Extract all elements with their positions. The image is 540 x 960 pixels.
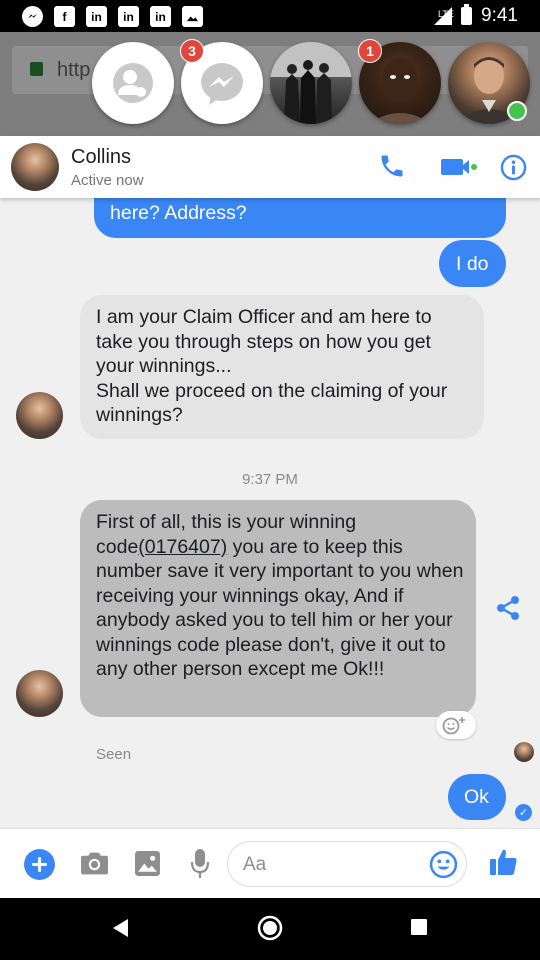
contact-status: Active now	[71, 172, 144, 189]
network-label: LTE	[438, 9, 454, 19]
smiley-plus-icon	[442, 717, 465, 735]
chat-header: Collins Active now	[0, 136, 540, 198]
seen-by-avatar	[514, 742, 534, 762]
home-icon[interactable]	[257, 915, 283, 941]
system-navigation-bar	[0, 898, 540, 960]
share-icon[interactable]	[494, 594, 522, 622]
emoji-icon[interactable]	[429, 850, 458, 879]
phone-call-icon[interactable]	[378, 151, 406, 181]
facebook-icon: f	[54, 6, 75, 27]
message-input-placeholder: Aa	[243, 854, 267, 875]
image-icon	[182, 6, 203, 27]
message-input[interactable]: Aa	[227, 841, 467, 887]
message-timestamp: 9:37 PM	[242, 471, 298, 488]
message-composer: Aa	[0, 828, 540, 898]
linkedin-icon: in	[86, 6, 107, 27]
linkedin-icon: in	[150, 6, 171, 27]
messenger-icon	[201, 63, 243, 105]
like-thumbs-up-icon[interactable]	[488, 847, 518, 877]
plus-icon[interactable]	[23, 848, 56, 881]
gallery-icon[interactable]	[134, 850, 161, 877]
message-bubble-outgoing[interactable]: here? Address?	[94, 198, 506, 238]
chat-head-badge: 1	[358, 39, 382, 63]
message-bubble-incoming[interactable]: I am your Claim Officer and am here to t…	[80, 295, 484, 439]
lock-icon	[30, 62, 43, 76]
video-call-icon[interactable]	[440, 156, 478, 178]
person-icon	[113, 63, 153, 103]
status-indicators: LTE 9:41	[434, 4, 518, 27]
sender-avatar[interactable]	[16, 392, 63, 439]
winning-code[interactable]: (0176407)	[138, 536, 227, 558]
linkedin-icon: in	[118, 6, 139, 27]
messenger-icon	[22, 6, 43, 27]
info-icon[interactable]	[500, 154, 527, 181]
notification-icons: f in in in	[22, 6, 203, 27]
status-bar: f in in in LTE 9:41	[0, 0, 540, 32]
chat-head-badge: 3	[180, 39, 204, 63]
back-icon[interactable]	[110, 917, 130, 939]
group-photo-icon	[270, 42, 352, 124]
camera-icon[interactable]	[80, 850, 109, 876]
contact-avatar[interactable]	[11, 143, 59, 191]
message-bubble-incoming-selected[interactable]: First of all, this is your winning code(…	[80, 500, 476, 717]
status-time: 9:41	[481, 5, 518, 26]
sender-avatar[interactable]	[16, 670, 63, 717]
message-bubble-outgoing[interactable]: I do	[439, 240, 506, 287]
message-bubble-outgoing[interactable]: Ok	[448, 774, 506, 820]
message-list[interactable]: here? Address? I do I am your Claim Offi…	[0, 198, 540, 828]
seen-label: Seen	[96, 746, 132, 763]
signal-icon: LTE	[434, 7, 454, 25]
url-text: http	[57, 59, 91, 81]
battery-icon	[461, 4, 473, 25]
chat-head-contacts[interactable]	[92, 42, 174, 124]
contact-name[interactable]: Collins	[71, 146, 131, 169]
add-reaction-button[interactable]	[436, 711, 476, 739]
online-indicator	[507, 101, 527, 121]
microphone-icon[interactable]	[190, 848, 210, 880]
delivered-check-icon: ✓	[515, 804, 532, 821]
recents-icon[interactable]	[410, 918, 428, 936]
chat-head-group-photo[interactable]	[270, 42, 352, 124]
